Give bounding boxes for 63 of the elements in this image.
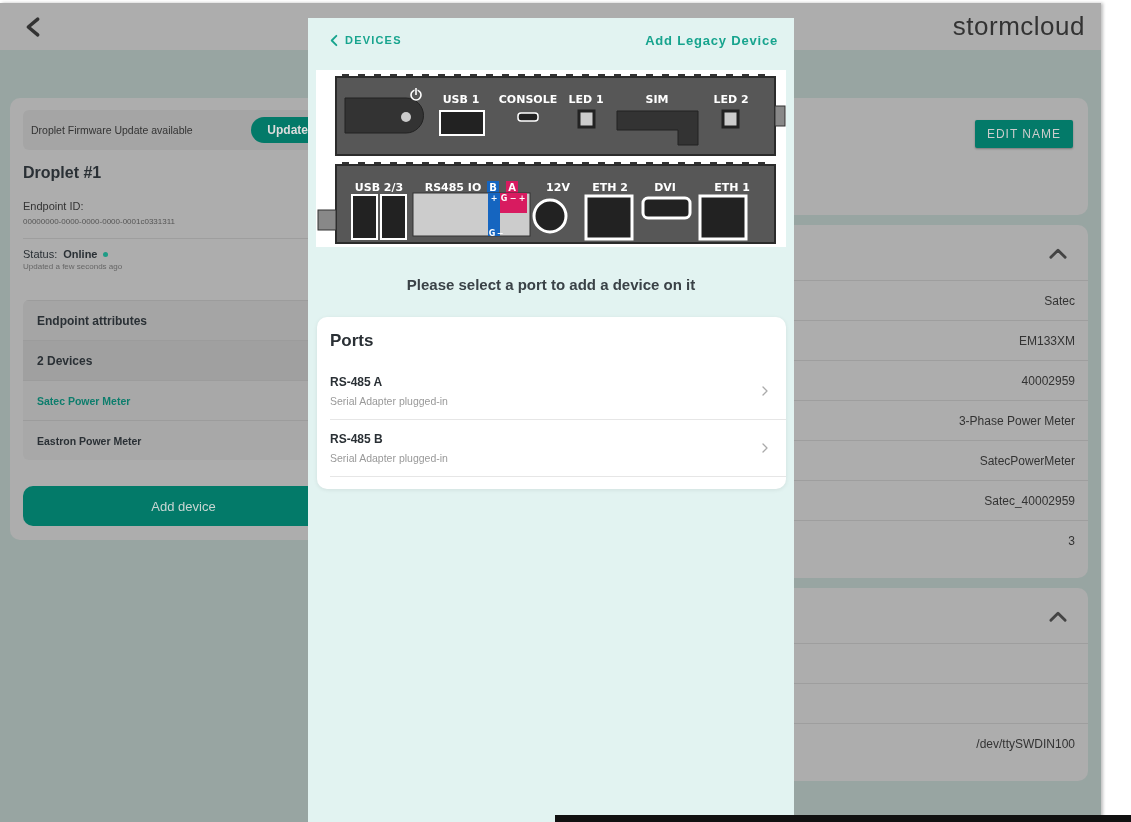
power-jack-drawing: [532, 198, 568, 234]
usb-port-drawing: [380, 194, 407, 240]
detail-value: 3: [1068, 533, 1075, 548]
port-label: CONSOLE: [498, 93, 558, 106]
add-legacy-device-link[interactable]: Add Legacy Device: [645, 32, 778, 48]
pin-label: −: [509, 194, 517, 203]
port-label: USB 1: [442, 93, 480, 106]
port-status: Serial Adapter plugged-in: [330, 395, 448, 407]
list-header[interactable]: Endpoint attributes: [23, 300, 308, 340]
edit-name-button[interactable]: EDIT NAME: [974, 120, 1073, 148]
power-icon: [410, 87, 422, 101]
detail-value: 3-Phase Power Meter: [958, 413, 1075, 428]
port-label: USB 2/3: [354, 181, 404, 194]
ports-title: Ports: [330, 330, 375, 352]
port-item[interactable]: RS-485 A Serial Adapter plugged-in: [330, 363, 786, 420]
detail-value: SatecPowerMeter: [979, 453, 1075, 468]
port-label: DVI: [654, 181, 676, 194]
usb-c-port-drawing: [517, 112, 539, 122]
back-link-text: DEVICES: [345, 34, 402, 46]
endpoint-id-label: Endpoint ID:: [23, 200, 85, 212]
port-label: SIM: [645, 93, 669, 106]
status-label: Status:: [23, 248, 58, 260]
bus-a-tag: A: [506, 181, 518, 193]
led-drawing: [577, 109, 596, 129]
device-item[interactable]: Eastron Power Meter: [23, 420, 308, 460]
detail-value: 40002959: [1021, 373, 1075, 388]
port-label: ETH 1: [714, 181, 750, 194]
pin-label: −: [496, 229, 504, 238]
ethernet-port-drawing: [698, 194, 748, 241]
devices-back-link[interactable]: DEVICES: [328, 33, 402, 47]
endpoint-title: Droplet #1: [23, 164, 103, 182]
pin-label: G: [488, 229, 496, 238]
detail-value: Satec: [1044, 293, 1075, 308]
bus-b-pins-drawing: [488, 193, 500, 236]
port-status: Serial Adapter plugged-in: [330, 452, 448, 464]
usb-port-drawing: [439, 110, 485, 136]
port-name: RS-485 A: [330, 375, 384, 389]
led-drawing: [721, 109, 740, 129]
pin-label: +: [518, 194, 526, 203]
endpoint-id-value: 00000000-0000-0000-0000-0001c0331311: [23, 217, 176, 226]
port-name: RS-485 B: [330, 432, 384, 446]
bus-b-tag: B: [487, 181, 499, 193]
detail-value: Satec_40002959: [984, 493, 1075, 508]
port-item[interactable]: RS-485 B Serial Adapter plugged-in: [330, 420, 786, 477]
pin-label: +: [490, 194, 498, 203]
port-label: 12V: [546, 181, 570, 194]
status-value: Online: [63, 248, 98, 260]
detail-value: /dev/ttySWDIN100: [976, 736, 1075, 751]
detail-value: EM133XM: [1018, 333, 1075, 348]
hdmi-port-drawing: [641, 196, 692, 220]
banner-text: Droplet Firmware Update available: [31, 124, 193, 136]
bus-a-pins-drawing: [500, 193, 527, 213]
usb-port-drawing: [351, 194, 378, 240]
port-prompt: Please select a port to add a device on it: [405, 276, 697, 293]
app-logo: stormcloud: [952, 11, 1085, 42]
port-label: LED 2: [713, 93, 749, 106]
pin-label: G: [500, 194, 508, 203]
port-label: RS485 IO: [424, 181, 482, 194]
port-label: ETH 2: [592, 181, 628, 194]
device-item[interactable]: Satec Power Meter: [23, 380, 308, 420]
port-label: LED 1: [568, 93, 604, 106]
ethernet-port-drawing: [584, 194, 634, 241]
list-header[interactable]: 2 Devices: [23, 340, 308, 380]
